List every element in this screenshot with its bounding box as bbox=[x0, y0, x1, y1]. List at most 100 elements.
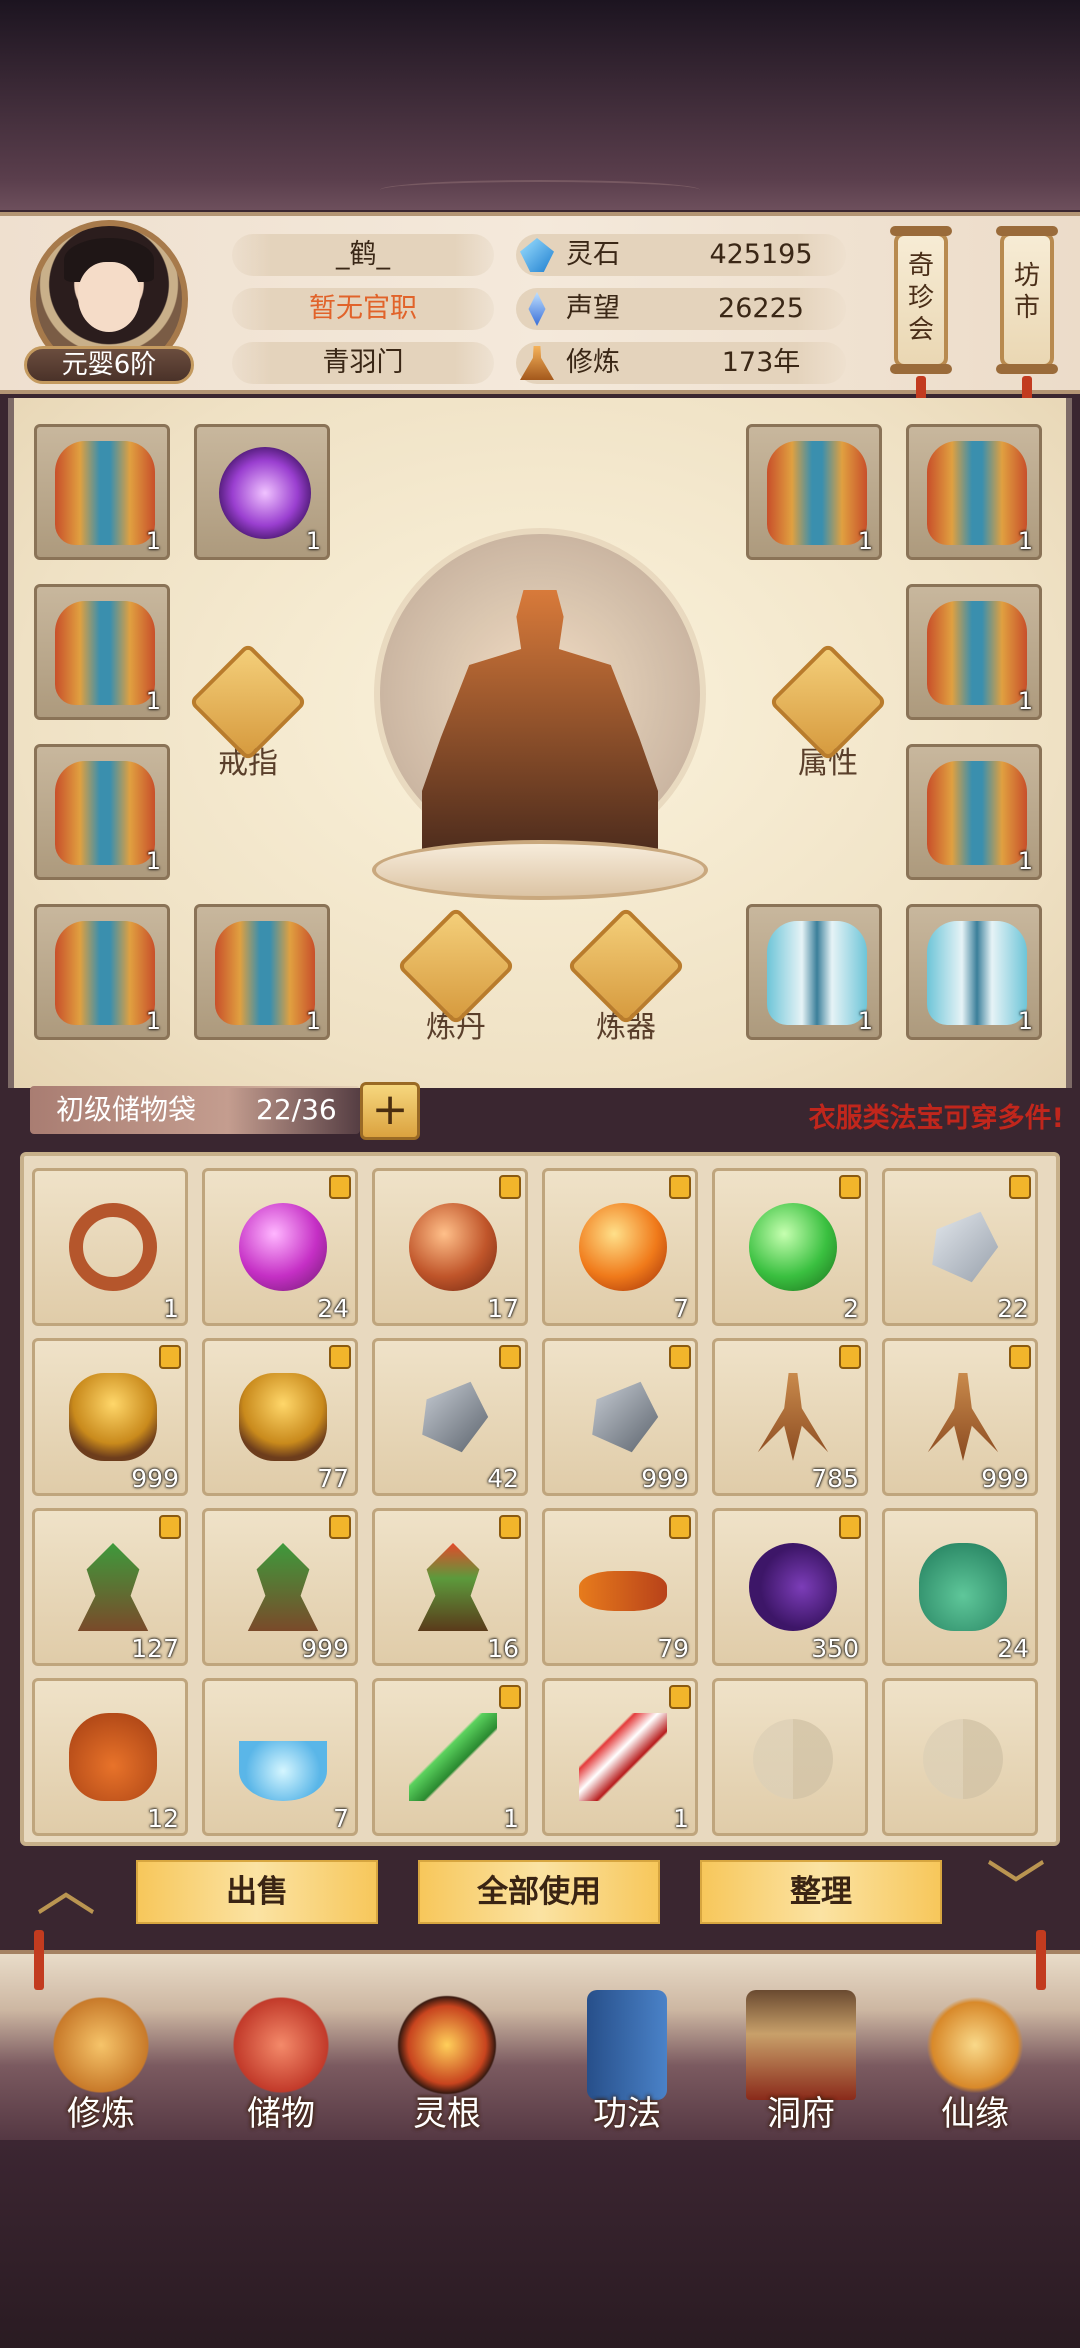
inventory-slot[interactable]: 350 bbox=[712, 1508, 868, 1666]
ring-button[interactable]: 戒指 bbox=[188, 642, 308, 782]
top-bar bbox=[0, 0, 1080, 210]
lock-icon bbox=[499, 1175, 521, 1199]
market-button[interactable]: 坊市 bbox=[996, 226, 1058, 374]
inventory-slot-empty[interactable] bbox=[712, 1678, 868, 1836]
inventory-slot[interactable]: 999 bbox=[542, 1338, 698, 1496]
nav-cave-dwelling[interactable]: 洞府 bbox=[726, 1990, 876, 2135]
equip-count: 1 bbox=[1017, 687, 1033, 715]
yin-yang-icon bbox=[753, 1719, 833, 1799]
inventory-slot[interactable]: 17 bbox=[372, 1168, 528, 1326]
armor-icon bbox=[215, 921, 315, 1025]
nav-storage[interactable]: 储物 bbox=[206, 1990, 356, 2135]
ring-item-icon bbox=[69, 1203, 157, 1291]
inventory-slot[interactable]: 7 bbox=[542, 1168, 698, 1326]
item-count: 24 bbox=[997, 1634, 1029, 1663]
root-herb-icon bbox=[77, 1543, 149, 1631]
inventory-slot[interactable]: 42 bbox=[372, 1338, 528, 1496]
berry-branch-icon bbox=[749, 1543, 837, 1631]
expand-bag-button[interactable]: + bbox=[360, 1082, 420, 1140]
inventory-slot[interactable]: 79 bbox=[542, 1508, 698, 1666]
inventory-slot[interactable]: 77 bbox=[202, 1338, 358, 1496]
item-count: 1 bbox=[503, 1804, 519, 1833]
chevron-down-icon[interactable]: ﹀ bbox=[976, 1860, 1056, 1920]
equip-count: 1 bbox=[1017, 1007, 1033, 1035]
inventory-slot[interactable]: 999 bbox=[202, 1508, 358, 1666]
nav-cultivation[interactable]: 修炼 bbox=[26, 1990, 176, 2135]
equip-slot[interactable]: 1 bbox=[746, 424, 882, 560]
lock-icon bbox=[669, 1175, 691, 1199]
lock-icon bbox=[499, 1345, 521, 1369]
equip-slot[interactable]: 1 bbox=[34, 424, 170, 560]
equip-slot[interactable]: 1 bbox=[746, 904, 882, 1040]
inventory-slot[interactable]: 999 bbox=[32, 1338, 188, 1496]
avatar-face bbox=[78, 262, 140, 332]
resource-label: 灵石 bbox=[566, 239, 620, 270]
equip-slot[interactable]: 1 bbox=[34, 744, 170, 880]
equip-slot[interactable]: 1 bbox=[194, 424, 330, 560]
inventory-slot[interactable]: 1 bbox=[542, 1678, 698, 1836]
caterpillar-fungus-icon bbox=[579, 1571, 667, 1611]
equip-count: 1 bbox=[857, 527, 873, 555]
nav-techniques[interactable]: 功法 bbox=[552, 1990, 702, 2135]
bag-capacity: 22/36 bbox=[256, 1093, 337, 1126]
equip-count: 1 bbox=[305, 527, 321, 555]
inventory-slot[interactable]: 1 bbox=[32, 1168, 188, 1326]
item-count: 350 bbox=[811, 1634, 859, 1663]
treasure-auction-button[interactable]: 奇珍会 bbox=[890, 226, 952, 374]
resource-value: 26225 bbox=[718, 293, 804, 324]
inventory-slot[interactable]: 22 bbox=[882, 1168, 1038, 1326]
item-count: 7 bbox=[673, 1294, 689, 1323]
use-all-button[interactable]: 全部使用 bbox=[418, 1860, 660, 1924]
armor-icon bbox=[927, 441, 1027, 545]
item-count: 785 bbox=[811, 1464, 859, 1493]
inventory-slot[interactable]: 127 bbox=[32, 1508, 188, 1666]
blue-armor-icon bbox=[927, 921, 1027, 1025]
attributes-button[interactable]: 属性 bbox=[768, 642, 888, 782]
equip-slot[interactable]: 1 bbox=[906, 424, 1042, 560]
alchemy-button[interactable]: 炼丹 bbox=[396, 906, 516, 1046]
equip-slot[interactable]: 1 bbox=[906, 904, 1042, 1040]
sort-button[interactable]: 整理 bbox=[700, 1860, 942, 1924]
resource-cultivation-years: 修炼 173年 bbox=[516, 342, 846, 384]
chevron-up-icon[interactable]: ︿ bbox=[26, 1860, 106, 1920]
inventory-slot[interactable]: 785 bbox=[712, 1338, 868, 1496]
inventory-slot[interactable]: 24 bbox=[882, 1508, 1038, 1666]
inventory-slot[interactable]: 1 bbox=[372, 1678, 528, 1836]
reputation-icon bbox=[528, 292, 546, 326]
orange-gourd-icon bbox=[69, 1713, 157, 1801]
equip-slot[interactable]: 1 bbox=[906, 744, 1042, 880]
equip-count: 1 bbox=[145, 1007, 161, 1035]
bag-tip: 衣服类法宝可穿多件! bbox=[808, 1103, 1064, 1134]
nav-label: 功法 bbox=[593, 2094, 661, 2134]
inventory-slot[interactable]: 999 bbox=[882, 1338, 1038, 1496]
lock-icon bbox=[499, 1685, 521, 1709]
nav-spirit-root[interactable]: 灵根 bbox=[372, 1990, 522, 2135]
forging-button[interactable]: 炼器 bbox=[566, 906, 686, 1046]
inventory-slot[interactable]: 16 bbox=[372, 1508, 528, 1666]
equip-slot[interactable]: 1 bbox=[194, 904, 330, 1040]
brown-orb-icon bbox=[409, 1203, 497, 1291]
nav-label: 修炼 bbox=[67, 2094, 135, 2134]
lock-icon bbox=[839, 1515, 861, 1539]
inventory-slot[interactable]: 12 bbox=[32, 1678, 188, 1836]
lock-icon bbox=[839, 1175, 861, 1199]
equip-count: 1 bbox=[145, 687, 161, 715]
equip-slot[interactable]: 1 bbox=[34, 904, 170, 1040]
cultivation-icon bbox=[46, 1990, 156, 2100]
inventory-slot[interactable]: 24 bbox=[202, 1168, 358, 1326]
nav-immortal-fate[interactable]: 仙缘 bbox=[900, 1990, 1050, 2135]
purple-orb-icon bbox=[239, 1203, 327, 1291]
lock-icon bbox=[329, 1345, 351, 1369]
armor-icon bbox=[55, 601, 155, 705]
green-orb-icon bbox=[749, 1203, 837, 1291]
sell-button[interactable]: 出售 bbox=[136, 1860, 378, 1924]
equip-slot[interactable]: 1 bbox=[34, 584, 170, 720]
tassel-decoration bbox=[1036, 1930, 1046, 1990]
flower-herb-icon bbox=[417, 1543, 489, 1631]
inventory-slot[interactable]: 2 bbox=[712, 1168, 868, 1326]
equip-slot[interactable]: 1 bbox=[906, 584, 1042, 720]
lock-icon bbox=[329, 1175, 351, 1199]
inventory-slot-empty[interactable] bbox=[882, 1678, 1038, 1836]
item-count: 22 bbox=[997, 1294, 1029, 1323]
inventory-slot[interactable]: 7 bbox=[202, 1678, 358, 1836]
